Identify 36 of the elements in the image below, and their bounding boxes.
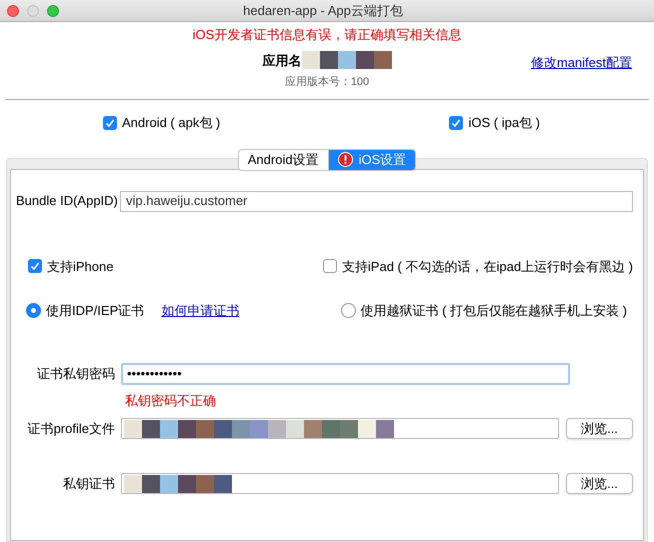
checkmark-icon (451, 118, 462, 128)
checkmark-icon (30, 261, 40, 272)
device-label: 支持iPad ( 不勾选的话，在ipad上运行时会有黑边 ) (342, 258, 633, 276)
field-label: 证书profile文件 (26, 420, 116, 438)
version-label: 应用版本号：100 (284, 74, 370, 90)
file-path-field[interactable] (121, 473, 559, 494)
cert-type-label: 使用越狱证书 ( 打包后仅能在越狱手机上安装 ) (360, 302, 627, 320)
field-label: Bundle ID(AppID) (16, 192, 119, 210)
tab[interactable]: iOS设置 (328, 150, 416, 170)
error-icon (338, 152, 353, 167)
radio-button[interactable] (26, 303, 41, 318)
radio-button[interactable] (340, 303, 356, 318)
browse-button[interactable]: 浏览... (566, 473, 633, 494)
platform-label: iOS ( ipa包 ) (468, 114, 540, 132)
app-name: 应用名 (262, 52, 302, 70)
field-label: 证书私钥密码 (36, 364, 116, 383)
file-path-field[interactable] (121, 418, 559, 439)
manifest-link[interactable]: 修改manifest配置 (530, 52, 632, 72)
help-link[interactable]: 如何申请证书 (161, 301, 240, 320)
maximize-button[interactable] (47, 4, 59, 16)
device-label: 支持iPhone (47, 258, 114, 276)
browse-button[interactable]: 浏览... (566, 418, 633, 439)
checkbox[interactable] (103, 116, 117, 130)
platform-label: Android ( apk包 ) (122, 114, 220, 132)
cert-type-label: 使用IDP/IEP证书 (46, 302, 144, 320)
error-message: iOS开发者证书信息有误，请正确填写相关信息 (192, 26, 462, 44)
password-field[interactable]: •••••••••••• (121, 362, 570, 384)
password-error: 私钥密码不正确 (125, 392, 217, 410)
checkbox[interactable] (322, 259, 337, 274)
checkmark-icon (105, 118, 115, 128)
close-button[interactable] (7, 4, 19, 16)
window-title: hedaren-app - App云端打包 (242, 2, 404, 20)
field-label: 私钥证书 (62, 474, 116, 493)
bundle-id-field[interactable]: vip.haweiju.customer (120, 190, 633, 212)
checkbox[interactable] (28, 259, 42, 274)
checkbox[interactable] (449, 116, 464, 130)
